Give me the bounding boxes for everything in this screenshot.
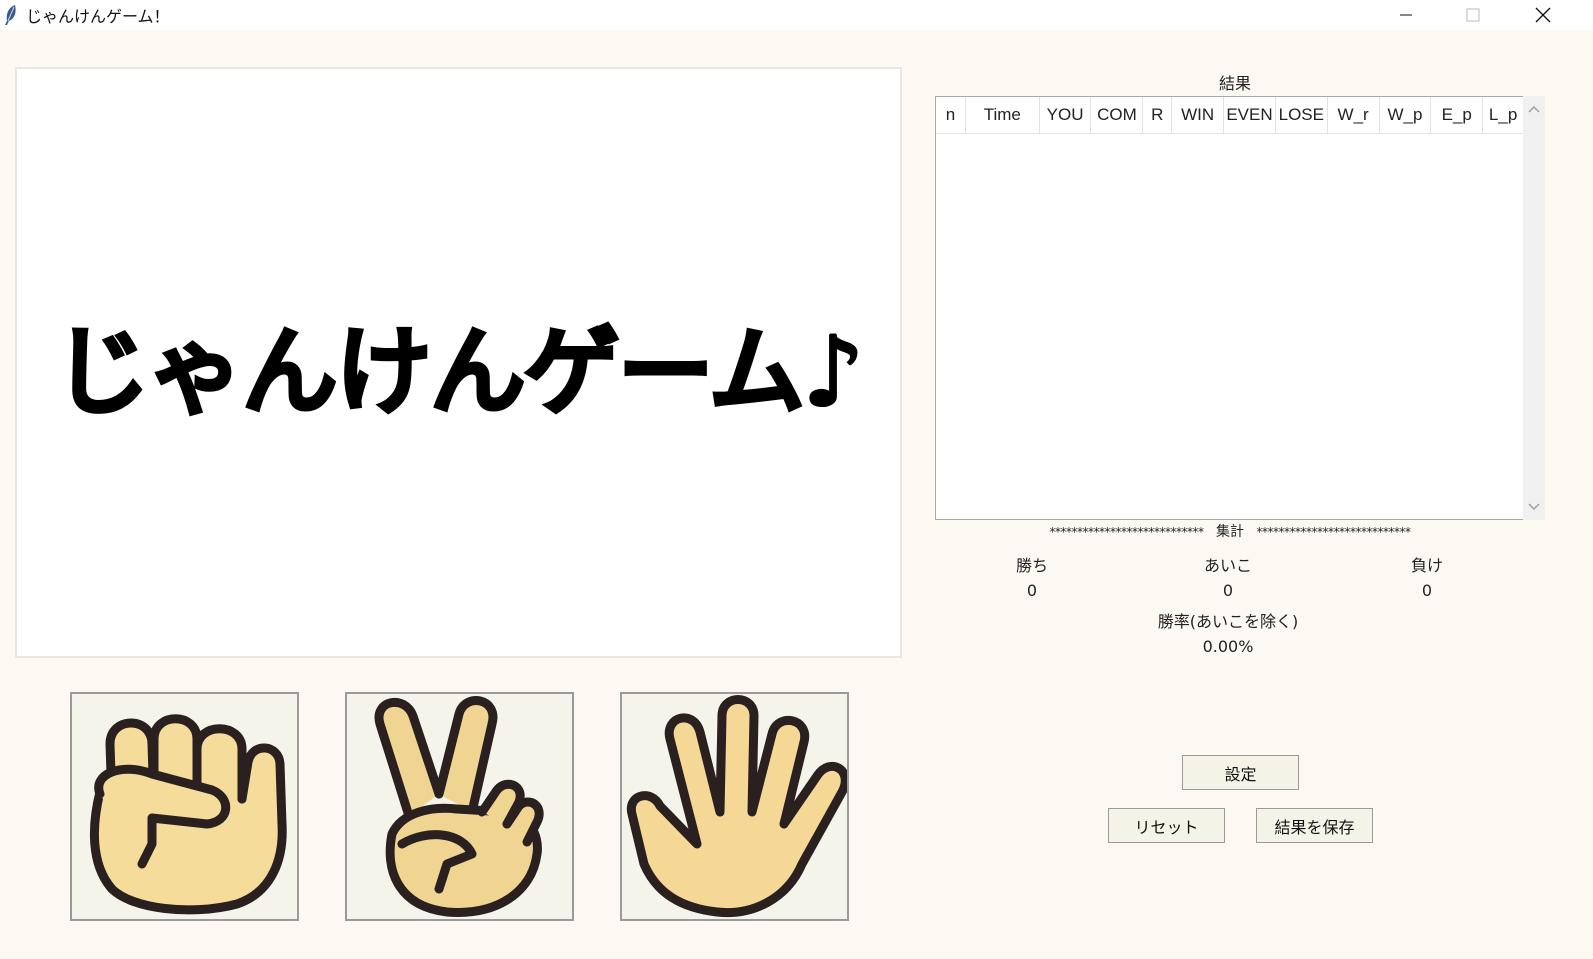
feather-icon <box>5 5 16 25</box>
win-label: 勝ち <box>1015 556 1048 575</box>
rock-button[interactable] <box>70 692 299 921</box>
lose-label: 負け <box>1410 556 1443 575</box>
maximize-icon <box>1466 8 1480 22</box>
summary-stars-right: **************************** <box>1256 525 1411 539</box>
column-header-w-p[interactable]: W_p <box>1380 97 1432 133</box>
scissors-button[interactable] <box>345 692 574 921</box>
column-header-e-p[interactable]: E_p <box>1431 97 1484 133</box>
column-header-you[interactable]: YOU <box>1040 97 1092 133</box>
even-count: 0 <box>1222 581 1234 600</box>
paper-button[interactable] <box>620 692 849 921</box>
results-table[interactable]: n Time YOU COM R WIN EVEN LOSE W_r W_p E… <box>935 96 1524 520</box>
lose-count: 0 <box>1421 581 1433 600</box>
peace-hand-icon <box>374 696 544 917</box>
save-results-button[interactable]: 結果を保存 <box>1256 808 1373 843</box>
game-display: じゃんけんゲーム♪ <box>15 67 902 658</box>
summary-stars-left: **************************** <box>1049 525 1205 539</box>
summary-title: 集計 <box>1216 524 1244 540</box>
minimize-icon <box>1400 14 1412 16</box>
reset-button[interactable]: リセット <box>1108 808 1225 843</box>
column-header-n[interactable]: n <box>936 97 966 133</box>
column-header-r[interactable]: R <box>1143 97 1173 133</box>
chevron-down-icon <box>1528 503 1540 511</box>
minimize-button[interactable] <box>1383 0 1429 30</box>
maximize-button[interactable] <box>1450 0 1496 30</box>
results-table-header: n Time YOU COM R WIN EVEN LOSE W_r W_p E… <box>936 97 1523 134</box>
column-header-lose[interactable]: LOSE <box>1276 97 1328 133</box>
results-scrollbar[interactable] <box>1523 96 1545 520</box>
fist-hand-icon <box>90 714 287 915</box>
chevron-up-icon <box>1528 105 1540 113</box>
summary-heading: **************************** 集計 ********… <box>930 521 1530 541</box>
column-header-even[interactable]: EVEN <box>1224 97 1276 133</box>
win-rate-label: 勝率(あいこを除く) <box>1157 612 1299 631</box>
win-count: 0 <box>1026 581 1038 600</box>
scroll-up-button[interactable] <box>1523 98 1545 120</box>
window-title: じゃんけんゲーム！ <box>26 7 170 26</box>
column-header-com[interactable]: COM <box>1091 97 1144 133</box>
column-header-time[interactable]: Time <box>966 97 1040 133</box>
column-header-win[interactable]: WIN <box>1172 97 1225 133</box>
scroll-down-button[interactable] <box>1523 496 1545 518</box>
column-header-l-p[interactable]: L_p <box>1483 97 1523 133</box>
even-label: あいこ <box>1203 556 1252 575</box>
banner-text: じゃんけんゲーム♪ <box>54 316 862 428</box>
column-header-w-r[interactable]: W_r <box>1328 97 1380 133</box>
close-icon <box>1535 7 1551 23</box>
results-label: 結果 <box>1218 74 1251 93</box>
win-rate-value: 0.00% <box>1202 637 1254 656</box>
open-hand-icon <box>626 695 847 918</box>
title-bar: じゃんけんゲーム！ <box>0 0 1593 30</box>
close-button[interactable] <box>1520 0 1566 30</box>
settings-button[interactable]: 設定 <box>1182 755 1299 790</box>
